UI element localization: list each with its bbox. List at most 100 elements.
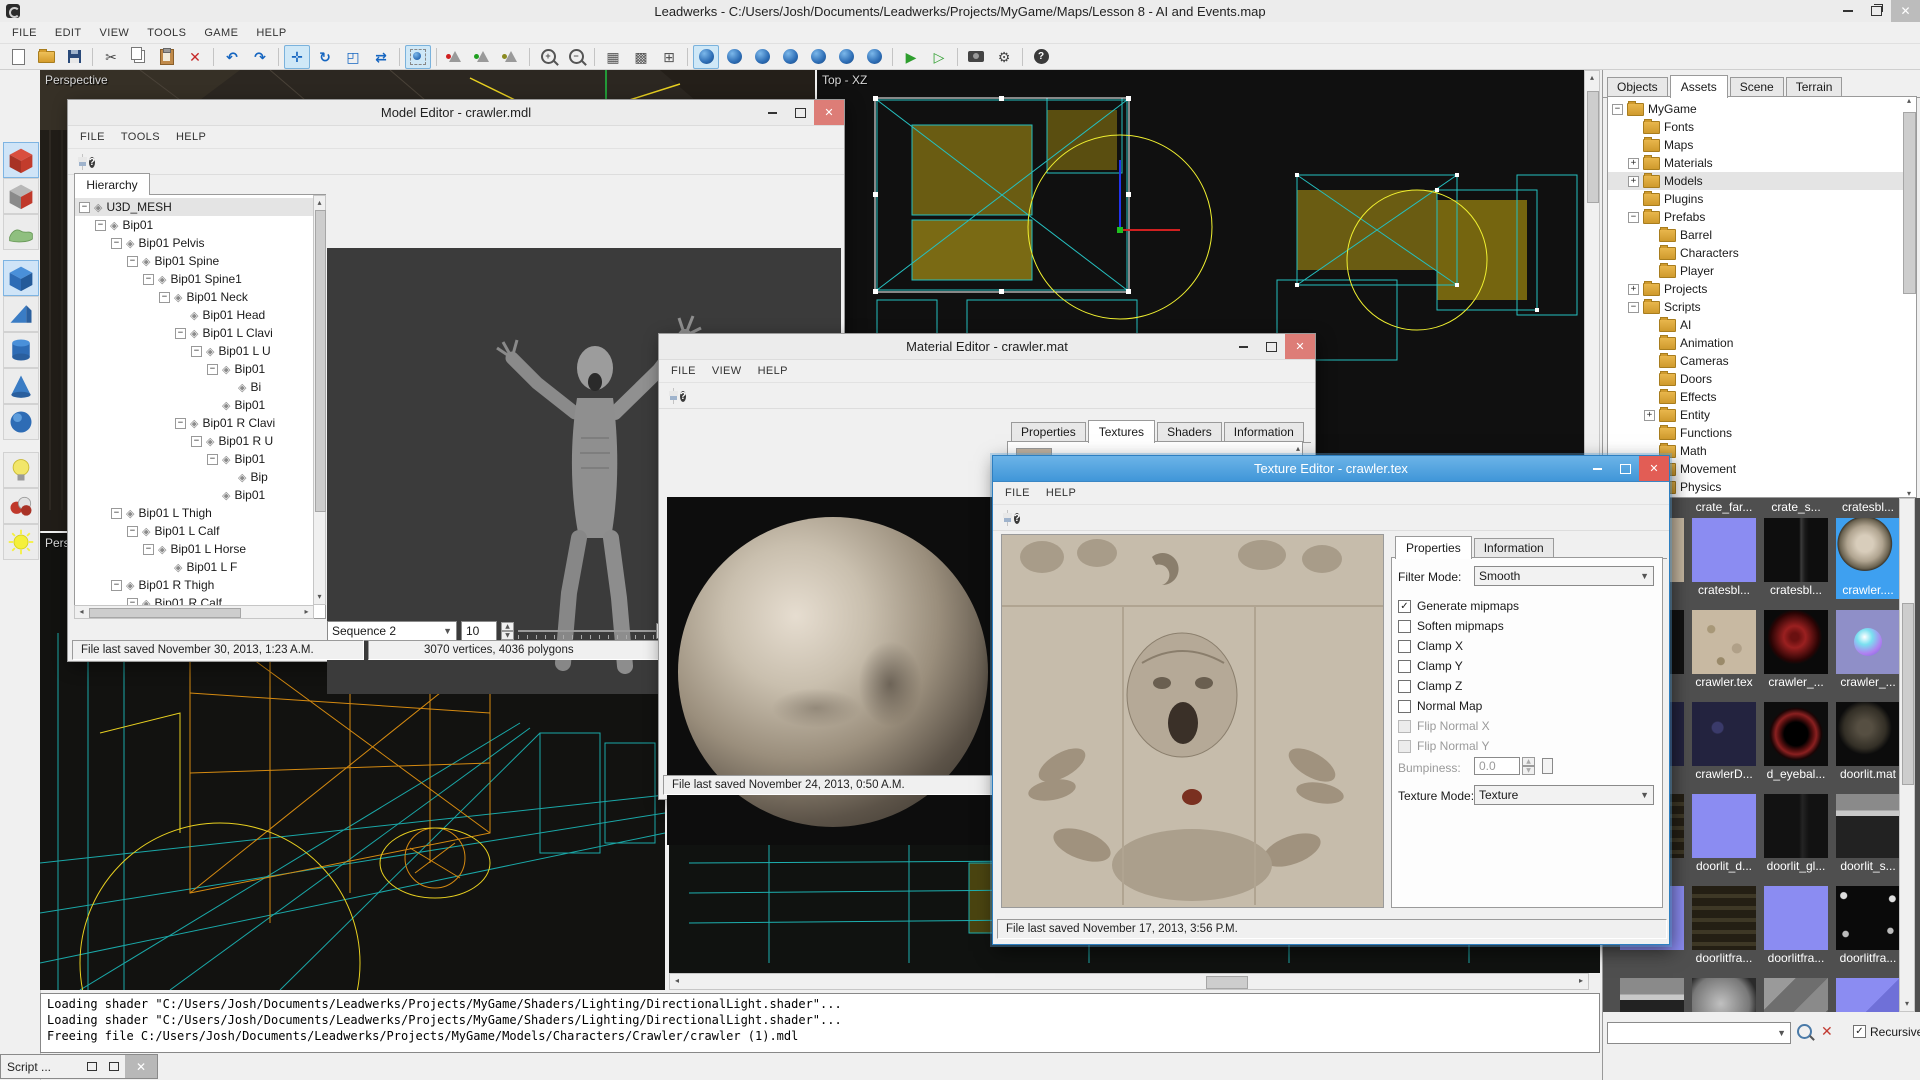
model-menu-file[interactable]: FILE: [80, 131, 105, 143]
tree-item-bip01-l-u[interactable]: − ◈ Bip01 L U: [75, 342, 325, 360]
generate-mipmaps-checkbox[interactable]: ✓: [1398, 599, 1411, 613]
console-log[interactable]: Loading shader "C:/Users/Josh/Documents/…: [40, 993, 1600, 1053]
undo-icon[interactable]: ↶: [219, 45, 245, 69]
main-titlebar[interactable]: Leadwerks - C:/Users/Josh/Documents/Lead…: [0, 0, 1920, 23]
material-tab-information[interactable]: Information: [1223, 422, 1304, 442]
tree-item-prefabs[interactable]: − Prefabs: [1608, 208, 1916, 226]
cube-primitive-button[interactable]: [3, 260, 39, 296]
tree-item-bip01-l-calf[interactable]: − ◈ Bip01 L Calf: [75, 522, 325, 540]
collapse-icon[interactable]: −: [175, 327, 186, 339]
asset-thumbnail-doorlitfra[interactable]: doorlitfra...: [1692, 886, 1756, 967]
tree-item-plugins[interactable]: Plugins: [1608, 190, 1916, 208]
collapse-icon[interactable]: −: [191, 345, 202, 357]
collapse-icon[interactable]: −: [1612, 103, 1623, 115]
tree-item-effects[interactable]: Effects: [1608, 388, 1916, 406]
run-icon[interactable]: ▶: [898, 45, 924, 69]
tree-item-bip01[interactable]: − ◈ Bip01: [75, 360, 325, 378]
collapse-icon[interactable]: −: [207, 453, 218, 465]
texture-mode-combobox[interactable]: Texture ▼: [1474, 785, 1654, 805]
asset-thumbnail-doorlitfra[interactable]: doorlitfra...: [1836, 886, 1900, 967]
shift-icon[interactable]: ⇄: [368, 45, 394, 69]
asset-thumbnail[interactable]: [1764, 978, 1828, 1012]
minimize-button[interactable]: [758, 100, 786, 125]
tree-item-barrel[interactable]: Barrel: [1608, 226, 1916, 244]
material-editor-titlebar[interactable]: Material Editor - crawler.mat ✕: [659, 334, 1315, 360]
scale-icon[interactable]: ◰: [340, 45, 366, 69]
tree-item-ai[interactable]: AI: [1608, 316, 1916, 334]
collapse-icon[interactable]: −: [79, 201, 90, 213]
panel-tab-scene[interactable]: Scene: [1729, 77, 1784, 97]
tree-item-mygame[interactable]: − MyGame: [1608, 100, 1916, 118]
tree-item-functions[interactable]: Functions: [1608, 424, 1916, 442]
terrain-button[interactable]: [3, 214, 39, 250]
collapse-icon[interactable]: −: [127, 255, 138, 267]
main-menu-tools[interactable]: TOOLS: [147, 27, 186, 39]
tree-item-bip[interactable]: ◈ Bip: [75, 468, 325, 486]
maximize-button[interactable]: [1611, 456, 1639, 481]
hierarchy-tab[interactable]: Hierarchy: [74, 173, 150, 195]
flip-normal-x-checkbox[interactable]: [1398, 719, 1411, 733]
main-menu-view[interactable]: VIEW: [100, 27, 130, 39]
collapse-icon[interactable]: −: [175, 417, 186, 429]
asset-thumbnail-d-eyebal[interactable]: d_eyebal...: [1764, 702, 1828, 783]
asset-thumbnail-cratesbl[interactable]: cratesbl...: [1764, 518, 1828, 599]
asset-thumbnail-doorlit-mat[interactable]: doorlit.mat: [1836, 702, 1900, 783]
collapse-icon[interactable]: −: [191, 435, 202, 447]
material-tab-properties[interactable]: Properties: [1011, 422, 1086, 442]
translate-icon[interactable]: ✛: [284, 44, 310, 69]
cut-icon[interactable]: ✂: [98, 45, 124, 69]
expand-icon[interactable]: +: [1628, 283, 1639, 295]
tree-item-bip01-l-clavi[interactable]: − ◈ Bip01 L Clavi: [75, 324, 325, 342]
view-3-icon[interactable]: [749, 45, 775, 69]
main-menu-help[interactable]: HELP: [256, 27, 286, 39]
asset-thumbnail[interactable]: [1836, 978, 1900, 1012]
collapse-icon[interactable]: −: [1628, 211, 1639, 223]
view-6-icon[interactable]: [833, 45, 859, 69]
clear-search-icon[interactable]: ✕: [1821, 1023, 1833, 1040]
view-5-icon[interactable]: [805, 45, 831, 69]
redo-icon[interactable]: ↷: [247, 45, 273, 69]
material-menu-file[interactable]: FILE: [671, 365, 696, 377]
close-icon[interactable]: ✕: [125, 1055, 157, 1078]
vertex-tool-3-icon[interactable]: [498, 45, 524, 69]
tree-item-characters[interactable]: Characters: [1608, 244, 1916, 262]
asset-tree-scrollbar[interactable]: ▴ ▾: [1902, 96, 1916, 498]
new-icon[interactable]: [5, 45, 31, 69]
textured-brush-button[interactable]: [3, 178, 39, 214]
panel-tab-objects[interactable]: Objects: [1607, 77, 1668, 97]
vertex-tool-2-icon[interactable]: [470, 45, 496, 69]
tree-item-doors[interactable]: Doors: [1608, 370, 1916, 388]
save-icon[interactable]: [61, 45, 87, 69]
hierarchy-hscrollbar[interactable]: ◂ ▸: [74, 605, 314, 619]
tree-item-bip01-l-horse[interactable]: − ◈ Bip01 L Horse: [75, 540, 325, 558]
texture-menu-help[interactable]: HELP: [1046, 487, 1076, 499]
help-button[interactable]: [1014, 510, 1021, 526]
collapse-icon[interactable]: −: [143, 543, 154, 555]
tree-item-entity[interactable]: + Entity: [1608, 406, 1916, 424]
collapse-icon[interactable]: −: [159, 291, 170, 303]
texture-editor-titlebar[interactable]: Texture Editor - crawler.tex ✕: [993, 456, 1669, 482]
normal-map-checkbox[interactable]: [1398, 699, 1411, 713]
main-menu-file[interactable]: FILE: [12, 27, 37, 39]
model-menu-tools[interactable]: TOOLS: [121, 131, 160, 143]
hierarchy-vscrollbar[interactable]: ▴ ▾: [313, 195, 326, 605]
main-menu-edit[interactable]: EDIT: [55, 27, 82, 39]
tree-item-u3d-mesh[interactable]: − ◈ U3D_MESH: [75, 198, 325, 216]
tree-item-cameras[interactable]: Cameras: [1608, 352, 1916, 370]
run-debug-icon[interactable]: ▷: [926, 45, 952, 69]
asset-thumbnail-cratesbl[interactable]: cratesbl...: [1692, 518, 1756, 599]
collapse-icon[interactable]: −: [1628, 301, 1639, 313]
tree-item-models[interactable]: + Models: [1608, 172, 1916, 190]
tree-item-materials[interactable]: + Materials: [1608, 154, 1916, 172]
zoom-out-icon[interactable]: −: [563, 45, 589, 69]
tree-item-bip01[interactable]: ◈ Bip01: [75, 396, 325, 414]
frame-input[interactable]: 10: [461, 620, 497, 641]
collapse-icon[interactable]: −: [111, 579, 122, 591]
maximize-button[interactable]: [1257, 334, 1285, 359]
open-icon[interactable]: [33, 45, 59, 69]
box-brush-button[interactable]: [3, 142, 39, 178]
material-menu-help[interactable]: HELP: [758, 365, 788, 377]
tree-item-projects[interactable]: + Projects: [1608, 280, 1916, 298]
snap-icon[interactable]: ⊞: [656, 45, 682, 69]
thumbnail-scrollbar[interactable]: ▾: [1899, 498, 1915, 1012]
